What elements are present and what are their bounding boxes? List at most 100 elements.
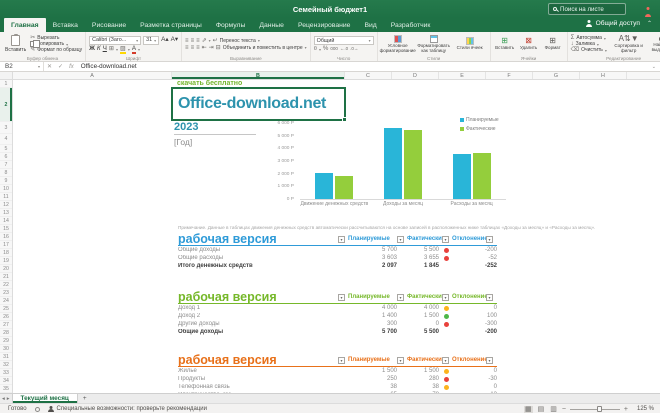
row-header-17[interactable]: 17 (0, 241, 12, 249)
borders-icon[interactable]: ⊞ (109, 46, 114, 52)
align-right-icon[interactable]: ≡ (196, 45, 200, 51)
percent-icon[interactable]: % (323, 46, 328, 52)
merge-center-button[interactable]: Объединить и поместить в центре (223, 45, 303, 51)
paste-button[interactable]: Вставить (3, 34, 28, 54)
zoom-slider[interactable] (569, 406, 620, 412)
sort-filter-button[interactable]: А⇅▼ Сортировка и фильтр (613, 34, 645, 54)
row-header-31[interactable]: 31 (0, 353, 12, 361)
column-headers[interactable]: ABCDEFGH (13, 72, 660, 80)
filter-button[interactable]: ▾ (397, 294, 404, 301)
column-header-A[interactable]: A (13, 72, 172, 79)
fill-color-icon[interactable]: ▨ (119, 45, 126, 55)
formula-input[interactable]: Office-download.net (77, 63, 137, 70)
macro-record-icon[interactable] (34, 406, 40, 412)
ribbon-tab[interactable]: Рецензирование (291, 18, 357, 32)
format-cells-button[interactable]: ⊞ Формат (542, 34, 564, 54)
filter-button[interactable]: ▾ (442, 236, 449, 243)
conditional-formatting-button[interactable]: Условное форматирование (380, 34, 416, 54)
row-header-21[interactable]: 21 (0, 273, 12, 281)
column-header-H[interactable]: H (580, 72, 627, 79)
search-input[interactable]: Поиск на листе (548, 3, 626, 15)
column-header-G[interactable]: G (533, 72, 580, 79)
name-box[interactable]: B2 ▾ (0, 62, 44, 71)
row-header-3[interactable]: 3 (0, 122, 12, 134)
cancel-entry-icon[interactable]: ✕ (44, 63, 55, 70)
accounting-format-icon[interactable]: ¤ (314, 46, 317, 52)
shrink-font-button[interactable]: A▾ (171, 36, 178, 43)
row-header-16[interactable]: 16 (0, 233, 12, 241)
row-header-27[interactable]: 27 (0, 321, 12, 329)
accessibility-status[interactable]: Специальные возможности: проверьте реком… (48, 406, 207, 412)
row-header-30[interactable]: 30 (0, 345, 12, 353)
filter-button[interactable]: ▾ (442, 294, 449, 301)
row-header-11[interactable]: 11 (0, 193, 12, 201)
bar-Планируемые[interactable] (383, 127, 402, 199)
row-header-22[interactable]: 22 (0, 281, 12, 289)
page-layout-view-button[interactable]: ▤ (537, 406, 546, 413)
select-all-corner[interactable] (0, 72, 13, 80)
column-header-F[interactable]: F (486, 72, 533, 79)
filter-button[interactable]: ▾ (338, 236, 345, 243)
row-header-9[interactable]: 9 (0, 177, 12, 185)
align-top-icon[interactable]: ≡ (185, 38, 189, 44)
ribbon-tab[interactable]: Главная (4, 18, 46, 32)
comma-style-icon[interactable]: 000 (330, 46, 338, 52)
confirm-entry-icon[interactable]: ✓ (55, 63, 66, 70)
bar-Планируемые[interactable] (452, 153, 471, 199)
zoom-out-button[interactable]: − (562, 406, 566, 413)
row-header-34[interactable]: 34 (0, 377, 12, 385)
row-header-5[interactable]: 5 (0, 145, 12, 153)
bar-Фактические[interactable] (335, 175, 354, 199)
align-left-icon[interactable]: ≡ (185, 45, 189, 51)
cell-styles-button[interactable]: Стили ячеек (453, 34, 487, 54)
add-sheet-button[interactable]: + (78, 394, 92, 403)
filter-button[interactable]: ▾ (486, 357, 493, 364)
format-as-table-button[interactable]: Форматировать как таблицу (417, 34, 451, 54)
row-header-14[interactable]: 14 (0, 217, 12, 225)
row-header-1[interactable]: 1 (0, 80, 12, 88)
filter-button[interactable]: ▾ (397, 357, 404, 364)
zoom-in-button[interactable]: + (624, 406, 628, 413)
row-header-26[interactable]: 26 (0, 313, 12, 321)
row-header-29[interactable]: 29 (0, 337, 12, 345)
font-color-icon[interactable]: А (131, 45, 137, 55)
row-header-28[interactable]: 28 (0, 329, 12, 337)
bold-button[interactable]: Ж (89, 45, 95, 52)
prev-sheet-icon[interactable]: ◂ (2, 396, 5, 402)
ribbon-tab[interactable]: Разработчик (384, 18, 438, 32)
share-button[interactable]: Общий доступ ⌃ (586, 20, 652, 27)
delete-cells-button[interactable]: ⊠ Удалить (518, 34, 540, 54)
expand-formula-bar-icon[interactable]: ⌄ (652, 64, 660, 70)
bar-Фактические[interactable] (472, 153, 491, 199)
filter-button[interactable]: ▾ (442, 357, 449, 364)
font-size-select[interactable]: 31 ▾ (143, 35, 160, 45)
bar-Фактические[interactable] (403, 130, 422, 199)
ribbon-tab[interactable]: Рисование (85, 18, 133, 32)
increase-indent-icon[interactable]: ⇥ (209, 45, 214, 51)
align-bottom-icon[interactable]: ≡ (196, 38, 200, 44)
decrease-indent-icon[interactable]: ⇤ (202, 45, 207, 51)
filter-button[interactable]: ▾ (338, 357, 345, 364)
row-header-15[interactable]: 15 (0, 225, 12, 233)
column-header-E[interactable]: E (439, 72, 486, 79)
increase-decimal-icon[interactable]: ←.0 (340, 46, 348, 52)
align-center-icon[interactable]: ≡ (191, 45, 195, 51)
row-header-23[interactable]: 23 (0, 289, 12, 297)
format-painter-button[interactable]: ✎ Формат по образцу (30, 47, 82, 53)
row-header-6[interactable]: 6 (0, 153, 12, 161)
row-header-24[interactable]: 24 (0, 297, 12, 305)
number-format-select[interactable]: Общий ▾ (313, 36, 374, 45)
font-family-select[interactable]: Calibri (Заго... ▾ (89, 35, 142, 45)
filter-button[interactable]: ▾ (397, 236, 404, 243)
row-header-32[interactable]: 32 (0, 361, 12, 369)
sheet-canvas[interactable]: скачать бесплатно Office-download.net 20… (13, 80, 660, 393)
filter-button[interactable]: ▾ (486, 236, 493, 243)
row-header-10[interactable]: 10 (0, 185, 12, 193)
column-header-B[interactable]: B (172, 72, 345, 79)
ribbon-tab[interactable]: Данные (252, 18, 291, 32)
align-middle-icon[interactable]: ≡ (191, 38, 195, 44)
find-select-button[interactable]: Найти и выделить (647, 34, 660, 54)
ribbon-tab[interactable]: Вид (357, 18, 383, 32)
page-break-view-button[interactable]: ▥ (549, 406, 558, 413)
next-sheet-icon[interactable]: ▸ (7, 396, 10, 402)
